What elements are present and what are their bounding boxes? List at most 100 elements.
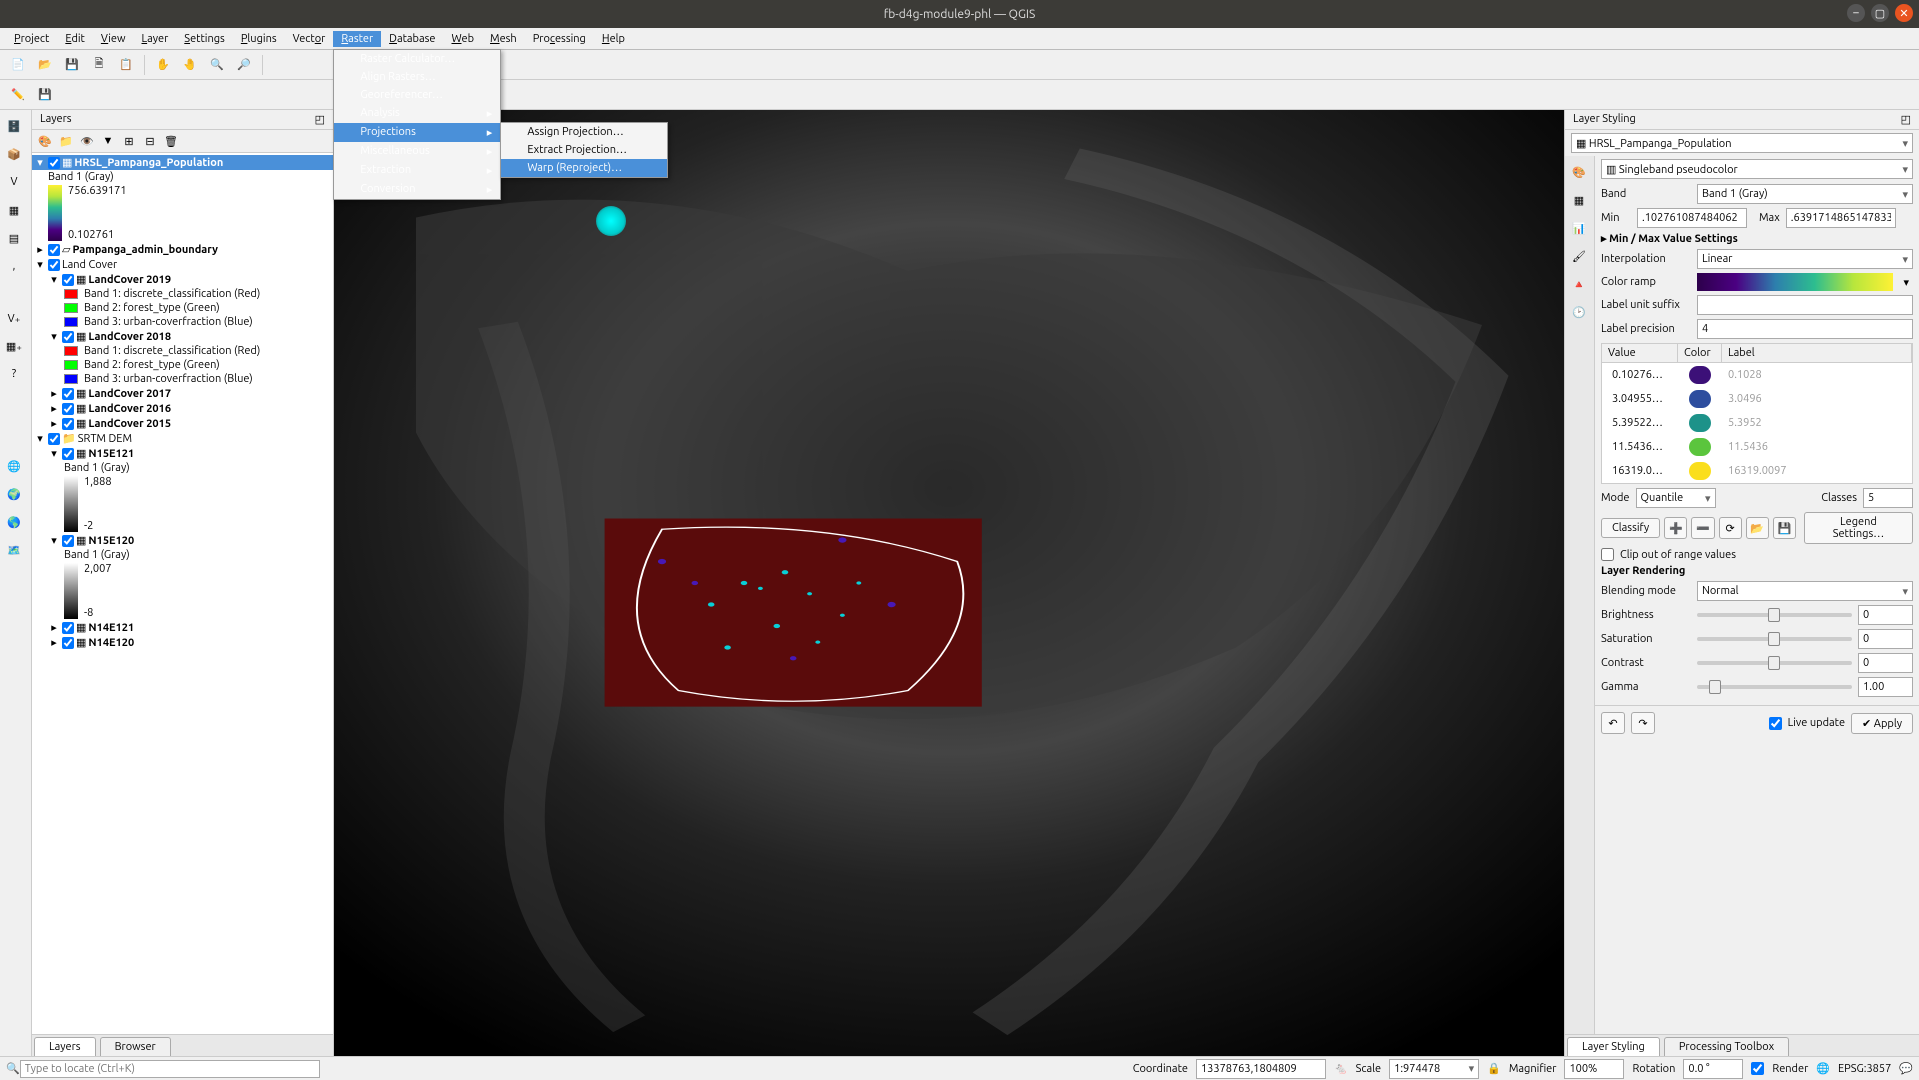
- new-print-layout-icon[interactable]: 🗎: [87, 53, 111, 77]
- edit-icon[interactable]: ✏️: [6, 83, 30, 107]
- transparency-tab-icon[interactable]: ▦: [1567, 188, 1591, 212]
- saturation-input[interactable]: [1858, 629, 1913, 649]
- save-edits-icon[interactable]: 💾: [33, 83, 57, 107]
- color-row[interactable]: 3.04955…3.0496: [1602, 387, 1912, 411]
- analysis-item[interactable]: Analysis: [334, 104, 500, 123]
- collapse-icon[interactable]: ⊟: [141, 132, 159, 150]
- layer-lc2017[interactable]: ▸▦LandCover 2017: [32, 386, 333, 401]
- extract-projection-item[interactable]: Extract Projection…: [501, 141, 667, 159]
- save-colormap-icon[interactable]: 💾: [1773, 517, 1796, 539]
- messages-icon[interactable]: 💬: [1899, 1062, 1913, 1075]
- dock-icon[interactable]: ◰: [315, 113, 325, 126]
- live-update-checkbox[interactable]: [1769, 717, 1782, 730]
- close-button[interactable]: ✕: [1895, 4, 1913, 22]
- open-folder-icon[interactable]: 📂: [1746, 517, 1769, 539]
- gamma-slider[interactable]: [1697, 685, 1852, 689]
- menu-database[interactable]: Database: [381, 31, 443, 47]
- pan-to-selection-icon[interactable]: 🤚: [178, 53, 202, 77]
- layer-hrsl[interactable]: ▾ ▦ HRSL_Pampanga_Population: [32, 155, 333, 170]
- menu-layer[interactable]: Layer: [134, 31, 177, 47]
- new-virtual-icon[interactable]: ?: [2, 362, 26, 386]
- color-ramp[interactable]: [1697, 273, 1893, 291]
- rendering-tab-icon[interactable]: 🖌: [1567, 244, 1591, 268]
- apply-button[interactable]: ✔ Apply: [1851, 713, 1913, 734]
- scale-select[interactable]: 1:974478: [1389, 1059, 1479, 1079]
- redo-icon[interactable]: ↷: [1631, 712, 1655, 734]
- classes-input[interactable]: [1863, 488, 1913, 508]
- new-spatialite-icon[interactable]: ▦₊: [2, 334, 26, 358]
- dock-icon[interactable]: ◰: [1901, 113, 1911, 126]
- menu-raster[interactable]: Raster Raster Calculator… Align Rasters……: [333, 31, 381, 47]
- lock-icon[interactable]: 🔒: [1487, 1062, 1501, 1075]
- georeferencer-item[interactable]: Georeferencer…: [334, 86, 500, 104]
- zoom-in-icon[interactable]: 🔍: [205, 53, 229, 77]
- magnifier-input[interactable]: [1564, 1059, 1624, 1079]
- layer-n14e121[interactable]: ▸▦N14E121: [32, 620, 333, 635]
- remove-icon[interactable]: 🗑: [162, 132, 180, 150]
- menu-edit[interactable]: Edit: [57, 31, 93, 47]
- add-class-icon[interactable]: ➕: [1664, 517, 1687, 539]
- menu-settings[interactable]: Settings: [176, 31, 233, 47]
- layer-select[interactable]: ▦ HRSL_Pampanga_Population: [1571, 133, 1913, 153]
- wms-icon[interactable]: 🌐: [2, 454, 26, 478]
- vector-layer-icon[interactable]: V: [2, 170, 26, 194]
- saturation-slider[interactable]: [1697, 637, 1852, 641]
- layer-lc2016[interactable]: ▸▦LandCover 2016: [32, 401, 333, 416]
- open-data-source-icon[interactable]: 🗄️: [2, 114, 26, 138]
- filter-icon[interactable]: ▼: [99, 132, 117, 150]
- layer-lc2015[interactable]: ▸▦LandCover 2015: [32, 416, 333, 431]
- open-project-icon[interactable]: 📂: [33, 53, 57, 77]
- menu-plugins[interactable]: Plugins: [233, 31, 285, 47]
- symbology-tab-icon[interactable]: 🎨: [1567, 160, 1591, 184]
- crs-label[interactable]: EPSG:3857: [1838, 1063, 1891, 1075]
- maximize-button[interactable]: ▢: [1871, 4, 1889, 22]
- contrast-input[interactable]: [1858, 653, 1913, 673]
- menu-help[interactable]: Help: [594, 31, 633, 47]
- rotation-input[interactable]: [1683, 1059, 1743, 1079]
- wcs-icon[interactable]: 🌍: [2, 482, 26, 506]
- tab-processing-toolbox[interactable]: Processing Toolbox: [1664, 1037, 1789, 1056]
- pyramids-tab-icon[interactable]: 🔺: [1567, 272, 1591, 296]
- undo-icon[interactable]: ↶: [1601, 712, 1625, 734]
- raster-layer-icon[interactable]: ▦: [2, 198, 26, 222]
- style-icon[interactable]: 🎨: [36, 132, 54, 150]
- menu-view[interactable]: View: [93, 31, 134, 47]
- color-table[interactable]: ValueColorLabel 0.10276…0.1028 3.04955…3…: [1601, 343, 1913, 484]
- tab-layer-styling[interactable]: Layer Styling: [1567, 1037, 1660, 1056]
- layer-checkbox[interactable]: [48, 157, 60, 169]
- min-input[interactable]: [1637, 208, 1747, 228]
- contrast-slider[interactable]: [1697, 661, 1852, 665]
- classify-button[interactable]: Classify: [1601, 518, 1660, 538]
- crs-icon[interactable]: 🌐: [1816, 1062, 1830, 1075]
- menu-processing[interactable]: Processing: [525, 31, 594, 47]
- projections-item[interactable]: Projections Assign Projection… Extract P…: [334, 123, 500, 142]
- new-geopackage-icon[interactable]: 📦: [2, 142, 26, 166]
- visibility-icon[interactable]: 👁️: [78, 132, 96, 150]
- extents-icon[interactable]: 🐁: [1334, 1062, 1348, 1075]
- color-row[interactable]: 16319.0…16319.0097: [1602, 459, 1912, 483]
- interp-select[interactable]: Linear: [1697, 249, 1913, 269]
- map-canvas[interactable]: [334, 110, 1564, 1056]
- new-shapefile-icon[interactable]: V₊: [2, 306, 26, 330]
- group-srtm[interactable]: ▾📁SRTM DEM: [32, 431, 333, 446]
- render-checkbox[interactable]: [1751, 1062, 1764, 1075]
- precision-input[interactable]: [1697, 319, 1913, 339]
- brightness-slider[interactable]: [1697, 613, 1852, 617]
- clip-checkbox[interactable]: [1601, 548, 1614, 561]
- histogram-tab-icon[interactable]: 📊: [1567, 216, 1591, 240]
- extraction-item[interactable]: Extraction: [334, 161, 500, 180]
- load-colormap-icon[interactable]: ⟳: [1719, 517, 1742, 539]
- menu-web[interactable]: Web: [443, 31, 482, 47]
- pan-icon[interactable]: ✋: [151, 53, 175, 77]
- align-rasters-item[interactable]: Align Rasters…: [334, 68, 500, 86]
- tab-layers[interactable]: Layers: [34, 1037, 96, 1056]
- brightness-input[interactable]: [1858, 605, 1913, 625]
- warp-reproject-item[interactable]: Warp (Reproject)…: [501, 159, 667, 177]
- suffix-input[interactable]: [1697, 295, 1913, 315]
- mode-select[interactable]: Quantile: [1636, 488, 1716, 508]
- max-input[interactable]: [1786, 208, 1896, 228]
- group-landcover[interactable]: ▾ Land Cover: [32, 257, 333, 272]
- xyz-icon[interactable]: 🗺️: [2, 538, 26, 562]
- expand-icon[interactable]: ⊞: [120, 132, 138, 150]
- gamma-input[interactable]: [1858, 677, 1913, 697]
